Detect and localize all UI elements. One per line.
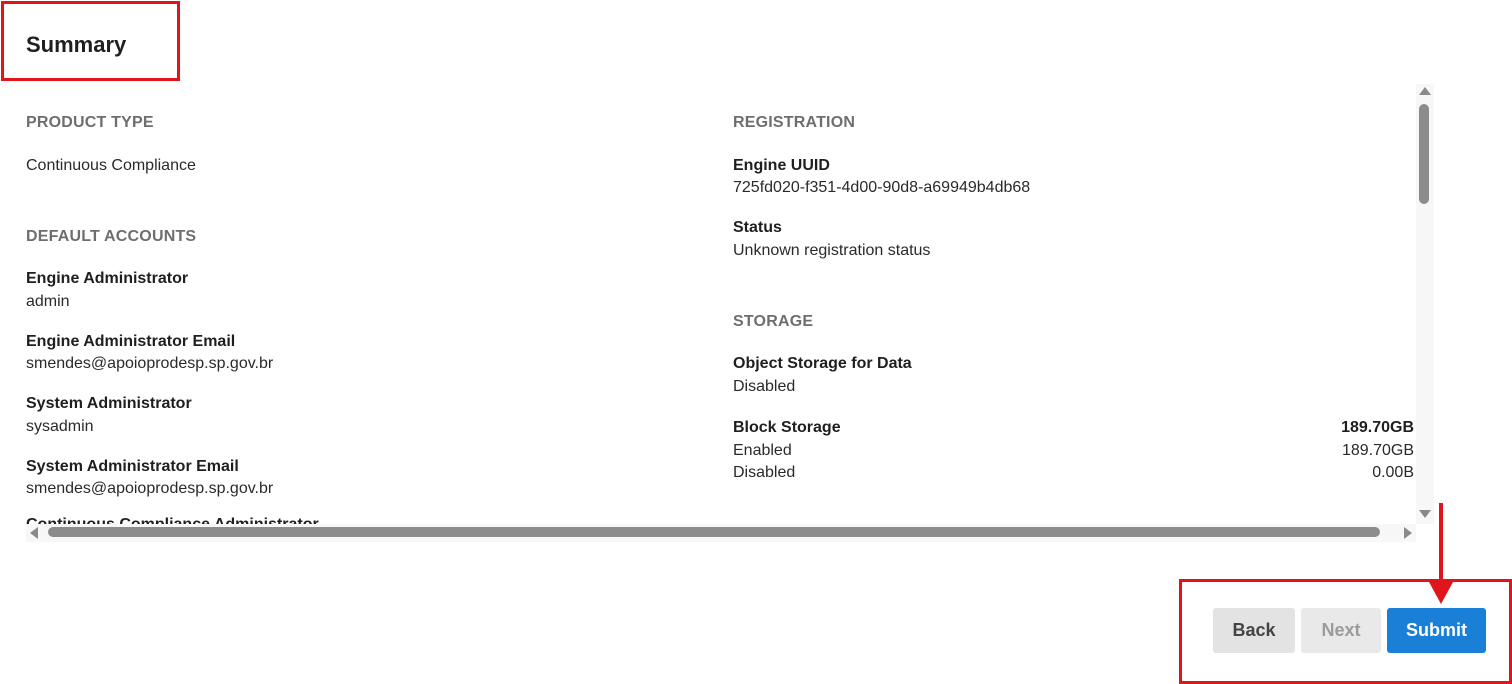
default-accounts-heading: DEFAULT ACCOUNTS — [26, 228, 197, 245]
registration-heading: REGISTRATION — [733, 114, 856, 131]
block-storage-label: Block Storage — [733, 419, 841, 436]
engine-admin-email-label: Engine Administrator Email — [26, 333, 236, 350]
system-admin-email-value: smendes@apoioprodesp.sp.gov.br — [26, 480, 274, 497]
summary-page: Summary PRODUCT TYPE Continuous Complian… — [0, 0, 1512, 684]
block-storage-total: 189.70GB — [1341, 419, 1414, 436]
buttons-highlight-box — [1179, 579, 1512, 684]
engine-uuid-label: Engine UUID — [733, 157, 830, 174]
scroll-down-arrow-icon[interactable] — [1419, 510, 1431, 518]
summary-scroll-area[interactable]: PRODUCT TYPE Continuous Compliance DEFAU… — [26, 84, 1416, 524]
block-storage-disabled-label: Disabled — [733, 464, 796, 481]
status-label: Status — [733, 219, 782, 236]
horizontal-scrollbar[interactable] — [26, 524, 1416, 542]
block-storage-disabled-value: 0.00B — [1372, 464, 1414, 481]
engine-uuid-value: 725fd020-f351-4d00-90d8-a69949b4db68 — [733, 179, 1031, 196]
status-value: Unknown registration status — [733, 242, 931, 259]
engine-admin-value: admin — [26, 293, 70, 310]
object-storage-value: Disabled — [733, 378, 796, 395]
vertical-scroll-thumb[interactable] — [1419, 104, 1429, 204]
title-highlight-box — [1, 1, 180, 81]
system-admin-email-label: System Administrator Email — [26, 458, 239, 475]
engine-admin-email-value: smendes@apoioprodesp.sp.gov.br — [26, 355, 274, 372]
vertical-scrollbar[interactable] — [1416, 84, 1434, 524]
scroll-right-arrow-icon[interactable] — [1404, 527, 1412, 539]
annotation-arrow-line — [1439, 503, 1443, 585]
system-admin-label: System Administrator — [26, 395, 192, 412]
product-type-heading: PRODUCT TYPE — [26, 114, 154, 131]
horizontal-scroll-thumb[interactable] — [48, 527, 1380, 537]
block-storage-enabled-value: 189.70GB — [1341, 442, 1414, 459]
system-admin-value: sysadmin — [26, 418, 94, 435]
object-storage-label: Object Storage for Data — [733, 355, 912, 372]
cc-admin-label-partial: Continuous Compliance Administrator — [26, 516, 319, 524]
engine-admin-label: Engine Administrator — [26, 270, 189, 287]
product-type-value: Continuous Compliance — [26, 157, 196, 174]
scroll-up-arrow-icon[interactable] — [1419, 87, 1431, 95]
annotation-arrow-head-icon — [1429, 582, 1453, 604]
block-storage-enabled-label: Enabled — [733, 442, 792, 459]
scroll-left-arrow-icon[interactable] — [30, 527, 38, 539]
storage-heading: STORAGE — [733, 313, 814, 330]
